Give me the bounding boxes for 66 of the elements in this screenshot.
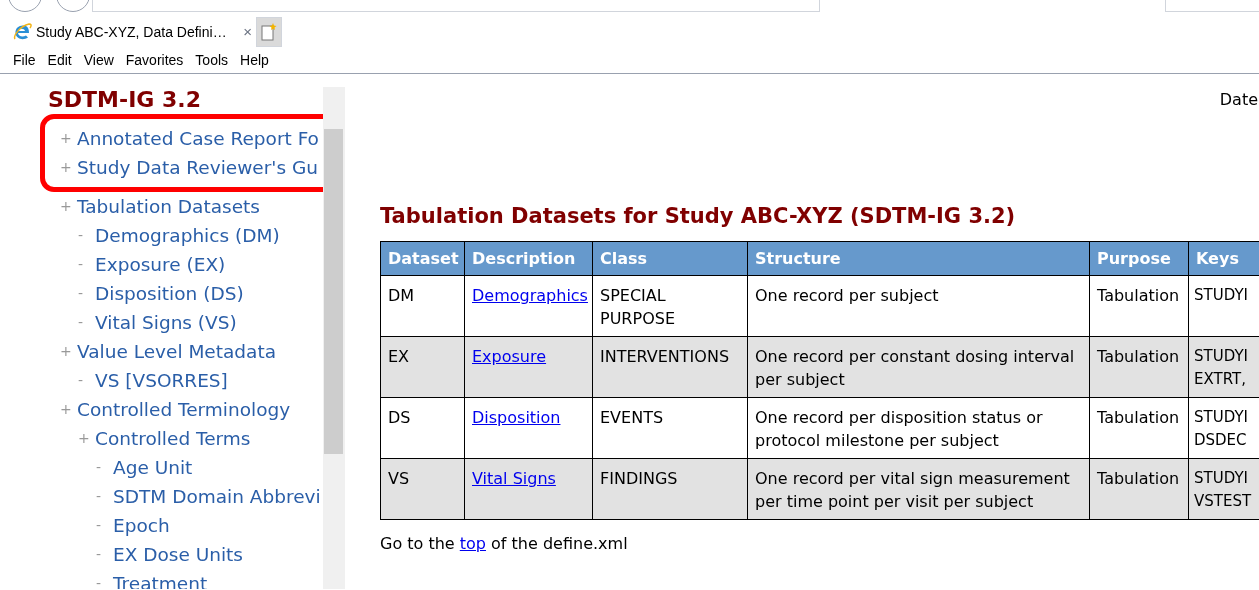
footer-text: of the define.xml — [490, 534, 628, 553]
menu-item[interactable]: File — [7, 49, 42, 71]
tree-link[interactable]: EX Dose Units — [113, 540, 243, 569]
table-cell: Tabulation — [1097, 469, 1180, 488]
tree-link[interactable]: SDTM Domain Abbrevi — [113, 482, 321, 511]
top-link[interactable]: top — [459, 534, 486, 553]
table-cell: FINDINGS — [600, 469, 678, 488]
table-cell-text: DSDEC — [1194, 430, 1247, 451]
table-cell: EVENTS — [600, 408, 664, 427]
table-cell: Tabulation — [1097, 286, 1180, 305]
tree-link[interactable]: Controlled Terminology — [77, 395, 291, 424]
table-cell: INTERVENTIONS — [600, 347, 730, 366]
dataset-link[interactable]: Exposure — [472, 347, 547, 366]
menu-item[interactable]: Tools — [189, 49, 235, 71]
browser-logo-icon — [12, 22, 32, 42]
table-cell-text: EXTRT, — [1194, 369, 1246, 390]
column-header: Class — [592, 241, 748, 276]
table-cell-text: STUDYI — [1194, 346, 1248, 367]
table-cell: One record per disposition status or protocol milestone per subject — [755, 408, 1043, 450]
tree-link[interactable]: Value Level Metadata — [77, 337, 276, 366]
menu-item[interactable]: Help — [234, 49, 275, 71]
column-header: Keys — [1188, 241, 1259, 276]
tree-link[interactable]: Age Unit — [113, 453, 193, 482]
tree-link[interactable]: Annotated Case Report Fo — [77, 124, 319, 153]
table-cell: EX — [388, 347, 410, 366]
dataset-link[interactable]: Vital Signs — [472, 469, 556, 488]
tree-link[interactable]: Treatment — [113, 569, 208, 589]
tree-link[interactable]: Study Data Reviewer's Gu — [77, 153, 318, 182]
tree-link[interactable]: Demographics (DM) — [95, 221, 280, 250]
table-cell: DM — [388, 286, 415, 305]
column-header: Description — [464, 241, 593, 276]
table-cell-text: STUDYI — [1194, 285, 1248, 306]
column-header: Structure — [747, 241, 1090, 276]
table-cell: Tabulation — [1097, 408, 1180, 427]
table-cell: One record per constant dosing interval per subject — [755, 347, 1075, 389]
tree-link[interactable]: Tabulation Datasets — [77, 192, 260, 221]
tab-title: Study ABC-XYZ, Data Defini… — [36, 22, 227, 42]
footer-text: Go to the — [380, 534, 456, 553]
table-cell: DS — [388, 408, 411, 427]
menu-item[interactable]: View — [77, 49, 120, 71]
tree-link[interactable]: Disposition (DS) — [95, 279, 244, 308]
table-cell-text: STUDYI — [1194, 407, 1248, 428]
column-header: Purpose — [1089, 241, 1189, 276]
column-header: Dataset — [380, 241, 465, 276]
new-page-icon — [261, 23, 277, 41]
menu-item[interactable]: Favorites — [119, 49, 190, 71]
tree-link[interactable]: Controlled Terms — [95, 424, 251, 453]
section-heading: Tabulation Datasets for Study ABC-XYZ (SDTM-IG 3.2) — [380, 203, 1017, 229]
table-cell: One record per vital sign measurement per time point per visit per subject — [755, 469, 1070, 511]
menu-item[interactable]: Edit — [41, 49, 78, 71]
tree-link[interactable]: Exposure (EX) — [95, 250, 226, 279]
date-label: Date — [1219, 89, 1258, 111]
tree-link[interactable]: VS [VSORRES] — [95, 366, 228, 395]
table-cell: One record per subject — [755, 286, 939, 305]
close-icon[interactable]: × — [243, 20, 252, 44]
scrollbar[interactable] — [323, 87, 345, 589]
tree-link[interactable]: Vital Signs (VS) — [95, 308, 237, 337]
table-cell-text: STUDYI — [1194, 468, 1248, 489]
table-cell: Tabulation — [1097, 347, 1180, 366]
table-cell: SPECIAL PURPOSE — [600, 286, 675, 328]
new-tab-button[interactable] — [256, 17, 282, 47]
table-cell-text: VSTEST — [1194, 491, 1252, 512]
sidebar-title: SDTM-IG 3.2 — [48, 87, 202, 113]
tree-link[interactable]: Epoch — [113, 511, 170, 540]
scrollbar-thumb[interactable] — [324, 129, 343, 454]
table-cell: VS — [388, 469, 410, 488]
